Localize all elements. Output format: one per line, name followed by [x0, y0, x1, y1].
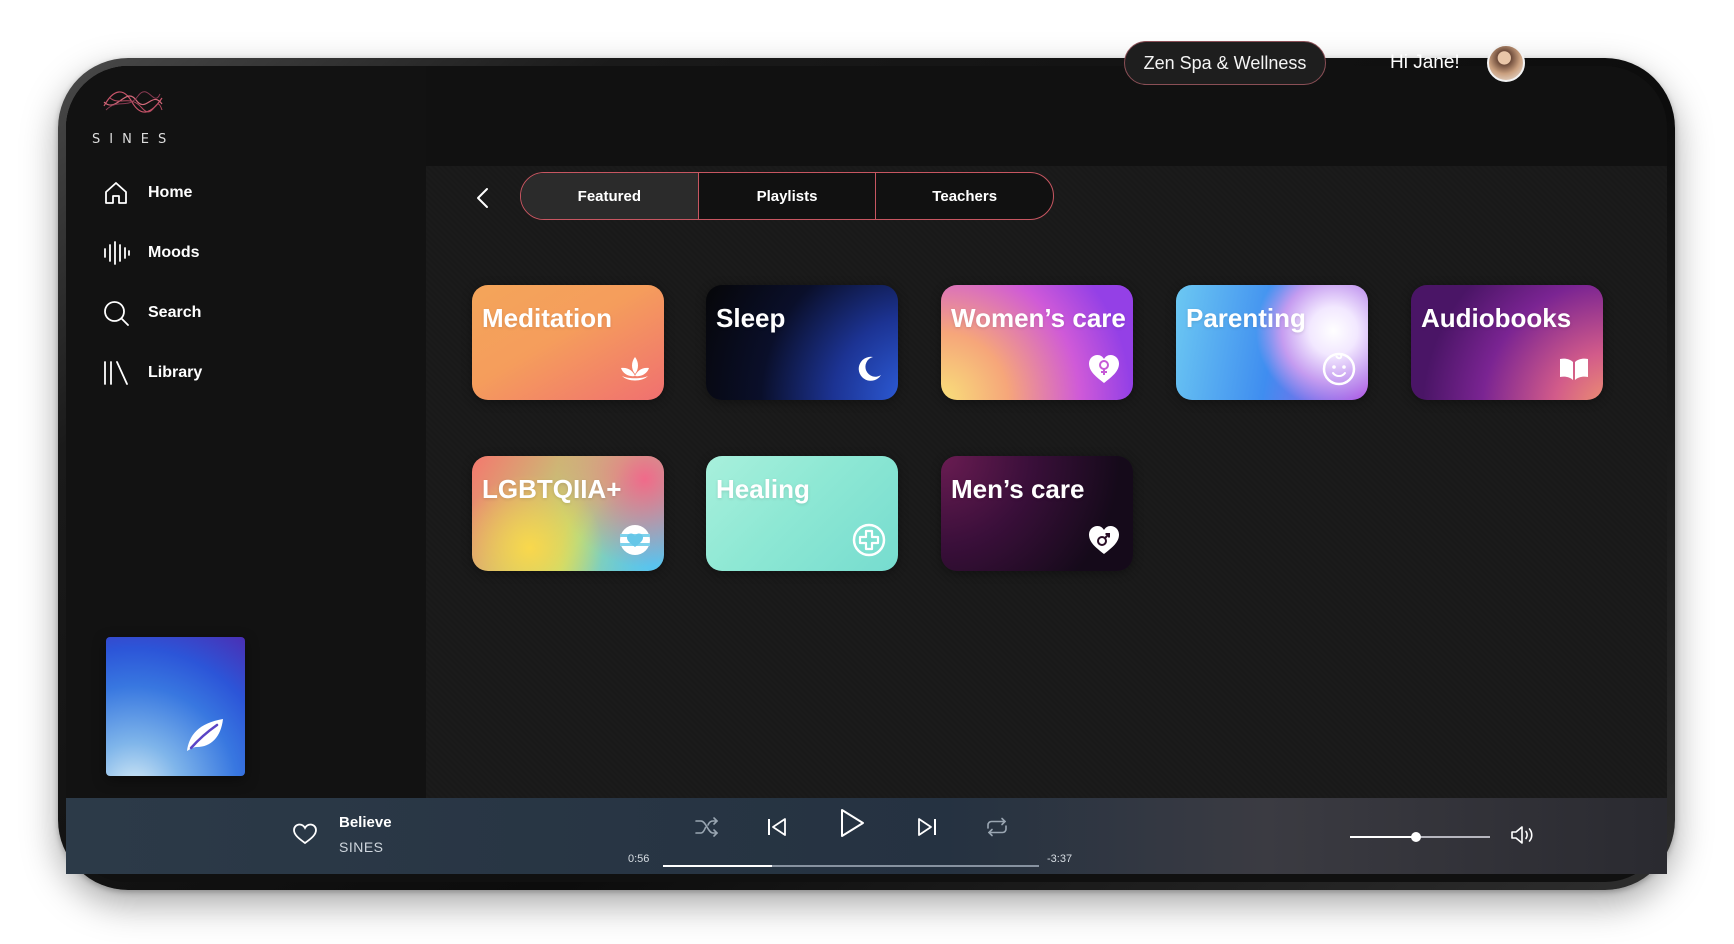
library-icon	[100, 357, 132, 389]
user-greeting: Hi Jane!	[1390, 52, 1460, 73]
tab-featured[interactable]: Featured	[521, 173, 698, 219]
category-card-sleep[interactable]: Sleep	[706, 285, 898, 400]
category-title: Healing	[716, 474, 810, 504]
previous-track-button[interactable]	[757, 810, 797, 844]
category-title: Parenting	[1186, 303, 1306, 333]
category-card-healing[interactable]: Healing	[706, 456, 898, 571]
repeat-icon	[987, 817, 1007, 837]
sidebar-item-label: Moods	[148, 244, 200, 261]
next-track-button[interactable]	[907, 810, 947, 844]
heart-icon	[293, 823, 317, 845]
search-icon	[100, 297, 132, 329]
favorite-button[interactable]	[292, 822, 318, 851]
progress-bar[interactable]	[663, 865, 1039, 867]
category-title: Meditation	[482, 303, 612, 333]
sines-logo[interactable]: SINES	[92, 84, 182, 154]
category-card-meditation[interactable]: Meditation	[472, 285, 664, 400]
tab-playlists[interactable]: Playlists	[697, 173, 876, 219]
speaker-icon	[1511, 826, 1533, 844]
sidebar-item-search[interactable]: Search	[100, 295, 201, 331]
volume-button[interactable]	[1510, 824, 1536, 851]
repeat-button[interactable]	[977, 810, 1017, 844]
sidebar-item-label: Library	[148, 364, 203, 381]
play-button[interactable]	[831, 806, 871, 840]
logo-text: SINES	[92, 132, 176, 147]
shuffle-icon	[695, 817, 719, 837]
sidebar-item-library[interactable]: Library	[100, 355, 202, 391]
moon-icon	[852, 352, 886, 386]
album-art[interactable]	[106, 637, 245, 776]
user-avatar[interactable]	[1487, 44, 1525, 82]
content-tabs: Featured Playlists Teachers	[520, 172, 1054, 220]
player-bar: Believe SINES 0:56 -3:37	[66, 798, 1667, 874]
category-title: LGBTQIIA+	[482, 474, 622, 504]
volume-handle[interactable]	[1410, 832, 1421, 842]
category-card-lgbtqiia[interactable]: LGBTQIIA+	[472, 456, 664, 571]
skip-forward-icon	[918, 818, 936, 836]
rainbow-heart-icon	[618, 523, 652, 557]
female-heart-icon	[1087, 352, 1121, 386]
category-card-womens-care[interactable]: Women’s care	[941, 285, 1133, 400]
progress-fill	[663, 865, 773, 867]
skip-back-icon	[768, 818, 786, 836]
chevron-left-icon	[477, 188, 488, 208]
volume-slider[interactable]	[1350, 832, 1490, 842]
lotus-icon	[618, 352, 652, 386]
sidebar-item-label: Home	[148, 184, 193, 201]
sidebar-item-label: Search	[148, 304, 202, 321]
play-icon	[841, 809, 864, 837]
elapsed-time: 0:56	[628, 853, 650, 865]
male-heart-icon	[1087, 523, 1121, 557]
category-card-parenting[interactable]: Parenting	[1176, 285, 1368, 400]
shuffle-button[interactable]	[687, 810, 727, 844]
plus-circle-icon	[852, 523, 886, 557]
back-button[interactable]	[473, 186, 493, 210]
remaining-time: -3:37	[1047, 853, 1073, 865]
category-title: Audiobooks	[1421, 303, 1572, 333]
home-icon	[100, 177, 132, 209]
category-card-mens-care[interactable]: Men’s care	[941, 456, 1133, 571]
track-title: Believe	[339, 814, 392, 831]
sidebar-item-home[interactable]: Home	[100, 175, 192, 211]
sidebar-item-moods[interactable]: Moods	[100, 235, 200, 271]
open-book-icon	[1557, 352, 1591, 386]
leaf-icon	[183, 715, 227, 760]
track-artist: SINES	[339, 839, 384, 855]
tab-teachers[interactable]: Teachers	[875, 173, 1053, 219]
soundwave-icon	[100, 237, 132, 269]
category-title: Sleep	[716, 303, 786, 333]
baby-face-icon	[1322, 352, 1356, 386]
category-title: Women’s care	[951, 303, 1126, 333]
volume-fill	[1350, 836, 1416, 838]
wave-logo-icon	[103, 91, 163, 113]
category-title: Men’s care	[951, 474, 1085, 504]
category-card-audiobooks[interactable]: Audiobooks	[1411, 285, 1603, 400]
organization-pill[interactable]: Zen Spa & Wellness	[1124, 41, 1326, 85]
